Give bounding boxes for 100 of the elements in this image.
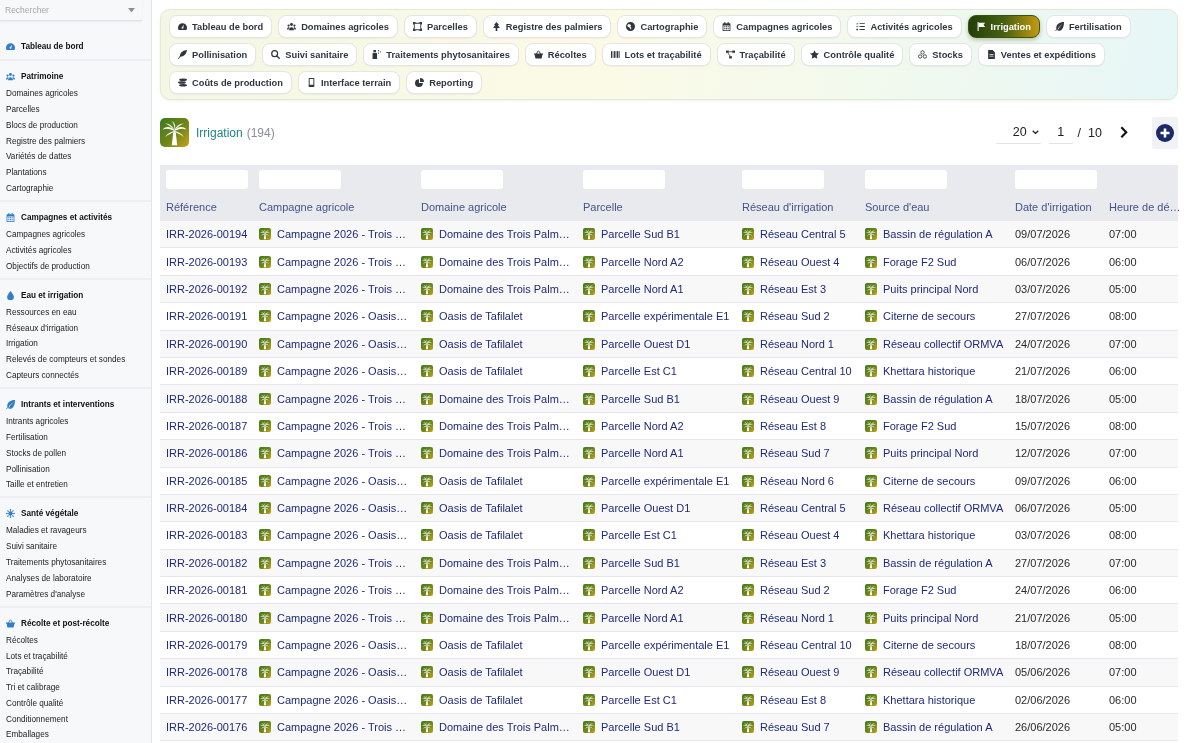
reference-link[interactable]: IRR-2026-00185 bbox=[166, 474, 248, 487]
record-link[interactable]: Domaine des Trois Palm… bbox=[439, 447, 570, 460]
sidebar-item[interactable]: Capteurs connectés bbox=[0, 368, 79, 384]
record-link[interactable]: Parcelle Nord A2 bbox=[601, 255, 684, 268]
module-button[interactable]: Registre des palmiers bbox=[482, 15, 612, 38]
sidebar-item[interactable]: Maladies et ravageurs bbox=[0, 523, 87, 540]
record-link[interactable]: Réseau collectif ORMVA bbox=[883, 666, 1004, 679]
module-button[interactable]: Activités agricoles bbox=[847, 15, 962, 38]
record-link[interactable]: Oasis de Tafilalet bbox=[439, 639, 523, 652]
record-link[interactable]: Parcelle Ouest D1 bbox=[601, 502, 691, 515]
sidebar-item[interactable]: Domaines agricoles bbox=[0, 86, 78, 103]
add-button[interactable] bbox=[1152, 116, 1178, 149]
module-button[interactable]: Parcelles bbox=[403, 15, 477, 38]
module-button[interactable]: Reporting bbox=[406, 71, 483, 94]
reference-link[interactable]: IRR-2026-00181 bbox=[166, 584, 248, 597]
record-link[interactable]: Campagne 2026 - Oasis… bbox=[277, 529, 408, 542]
record-link[interactable]: Campagne 2026 - Trois … bbox=[277, 255, 406, 268]
sidebar-item[interactable]: Intrants agricoles bbox=[0, 414, 69, 430]
record-link[interactable]: Réseau Nord 1 bbox=[760, 337, 834, 350]
record-link[interactable]: Réseau Ouest 9 bbox=[760, 392, 840, 405]
record-link[interactable]: Parcelle Est C1 bbox=[601, 529, 677, 542]
record-link[interactable]: Campagne 2026 - Oasis… bbox=[277, 693, 408, 706]
record-link[interactable]: Bassin de régulation A bbox=[883, 721, 993, 734]
record-link[interactable]: Parcelle Sud B1 bbox=[601, 721, 680, 734]
sidebar-section-title[interactable]: Campagnes et activités bbox=[0, 209, 112, 227]
sidebar-item[interactable]: Analyses de laboratoire bbox=[0, 570, 92, 587]
table-row[interactable]: IRR-2026-00186 Campagne 2026 - Trois … Domaine des Trois Palm… Parcelle Nord A1 Réseau Sud 7 Puits principal Nord 12/07/2026 07:00 bbox=[160, 440, 1178, 468]
module-button[interactable]: Suivi sanitaire bbox=[262, 43, 358, 66]
reference-link[interactable]: IRR-2026-00180 bbox=[166, 611, 248, 624]
record-link[interactable]: Parcelle Ouest D1 bbox=[601, 666, 691, 679]
record-link[interactable]: Parcelle expérimentale E1 bbox=[601, 310, 730, 323]
record-link[interactable]: Campagne 2026 - Trois … bbox=[277, 721, 406, 734]
record-link[interactable]: Bassin de régulation A bbox=[883, 556, 993, 569]
column-header[interactable]: Parcelle bbox=[583, 201, 623, 213]
next-page-button[interactable] bbox=[1120, 126, 1128, 139]
record-link[interactable]: Campagne 2026 - Oasis… bbox=[277, 474, 408, 487]
sidebar-item[interactable]: Ressources en eau bbox=[0, 304, 77, 321]
record-link[interactable]: Campagne 2026 - Oasis… bbox=[277, 365, 408, 378]
record-link[interactable]: Campagne 2026 - Trois … bbox=[277, 611, 406, 624]
reference-link[interactable]: IRR-2026-00194 bbox=[166, 228, 248, 241]
record-link[interactable]: Réseau Nord 6 bbox=[760, 474, 834, 487]
table-row[interactable]: IRR-2026-00194 Campagne 2026 - Trois … Domaine des Trois Palm… Parcelle Sud B1 Réseau Central 5 Bassin de régulation A 09/07/2026 07:00 bbox=[160, 221, 1178, 249]
sidebar-item[interactable]: Cartographie bbox=[0, 181, 54, 197]
module-button[interactable]: Traitements phytosanitaires bbox=[363, 43, 519, 66]
caret-down-icon[interactable] bbox=[128, 8, 135, 13]
record-link[interactable]: Campagne 2026 - Trois … bbox=[277, 228, 406, 241]
record-link[interactable]: Parcelle Ouest D1 bbox=[601, 337, 691, 350]
record-link[interactable]: Parcelle Nord A2 bbox=[601, 584, 684, 597]
record-link[interactable]: Campagne 2026 - Trois … bbox=[277, 447, 406, 460]
record-link[interactable]: Citerne de secours bbox=[883, 474, 976, 487]
record-link[interactable]: Campagne 2026 - Oasis… bbox=[277, 666, 408, 679]
record-link[interactable]: Domaine des Trois Palm… bbox=[439, 721, 570, 734]
page-size-select[interactable]: 20 bbox=[995, 121, 1041, 144]
sidebar-item[interactable]: Parcelles bbox=[0, 102, 40, 118]
record-link[interactable]: Domaine des Trois Palm… bbox=[439, 282, 570, 295]
column-header[interactable]: Domaine agricole bbox=[421, 201, 507, 213]
sidebar-item[interactable]: Traçabilité bbox=[0, 664, 44, 681]
record-link[interactable]: Campagne 2026 - Trois … bbox=[277, 392, 406, 405]
record-link[interactable]: Oasis de Tafilalet bbox=[439, 310, 523, 323]
record-link[interactable]: Parcelle Est C1 bbox=[601, 693, 677, 706]
record-link[interactable]: Réseau Est 8 bbox=[760, 419, 827, 432]
module-button[interactable]: Récoltes bbox=[524, 43, 596, 66]
record-link[interactable]: Réseau collectif ORMVA bbox=[883, 337, 1004, 350]
record-link[interactable]: Parcelle Nord A2 bbox=[601, 419, 684, 432]
record-link[interactable]: Khettara historique bbox=[883, 365, 976, 378]
sidebar-item[interactable]: Relevés de compteurs et sondes bbox=[0, 352, 126, 369]
record-link[interactable]: Parcelle expérimentale E1 bbox=[601, 639, 730, 652]
reference-link[interactable]: IRR-2026-00189 bbox=[166, 365, 248, 378]
module-button[interactable]: Coûts de production bbox=[169, 71, 292, 94]
module-button[interactable]: Tableau de bord bbox=[169, 15, 273, 38]
sidebar-item[interactable]: Irrigation bbox=[0, 336, 38, 353]
sidebar-section-title[interactable]: Tableau de bord bbox=[0, 38, 84, 55]
record-link[interactable]: Oasis de Tafilalet bbox=[439, 337, 523, 350]
record-link[interactable]: Réseau Sud 7 bbox=[760, 447, 830, 460]
record-link[interactable]: Réseau Central 5 bbox=[760, 228, 846, 241]
record-link[interactable]: Oasis de Tafilalet bbox=[439, 502, 523, 515]
search-field[interactable]: Rechercher bbox=[0, 0, 142, 21]
sidebar-item[interactable]: Lots et traçabilité bbox=[0, 648, 68, 665]
record-link[interactable]: Oasis de Tafilalet bbox=[439, 666, 523, 679]
sidebar-item[interactable]: Campagnes agricoles bbox=[0, 227, 86, 243]
module-button[interactable]: Domaines agricoles bbox=[278, 15, 398, 38]
record-link[interactable]: Forage F2 Sud bbox=[883, 584, 957, 597]
record-link[interactable]: Bassin de régulation A bbox=[883, 228, 993, 241]
module-button[interactable]: Contrôle qualité bbox=[800, 43, 904, 66]
record-link[interactable]: Réseau Central 10 bbox=[760, 365, 852, 378]
table-row[interactable]: IRR-2026-00188 Campagne 2026 - Trois … Domaine des Trois Palm… Parcelle Sud B1 Réseau Ouest 9 Bassin de régulation A 18/07/2026 05:00 bbox=[160, 385, 1178, 413]
record-link[interactable]: Réseau Sud 2 bbox=[760, 584, 830, 597]
column-header[interactable]: Campagne agricole bbox=[259, 201, 355, 213]
record-link[interactable]: Citerne de secours bbox=[883, 310, 976, 323]
record-link[interactable]: Campagne 2026 - Trois … bbox=[277, 584, 406, 597]
record-link[interactable]: Domaine des Trois Palm… bbox=[439, 419, 570, 432]
sidebar-section-title[interactable]: Patrimoine bbox=[0, 68, 64, 86]
reference-link[interactable]: IRR-2026-00190 bbox=[166, 337, 248, 350]
record-link[interactable]: Oasis de Tafilalet bbox=[439, 474, 523, 487]
reference-link[interactable]: IRR-2026-00182 bbox=[166, 556, 248, 569]
record-link[interactable]: Réseau Est 3 bbox=[760, 556, 827, 569]
record-link[interactable]: Campagne 2026 - Trois … bbox=[277, 419, 406, 432]
reference-link[interactable]: IRR-2026-00188 bbox=[166, 392, 248, 405]
sidebar-item[interactable]: Suivi sanitaire bbox=[0, 539, 57, 555]
record-link[interactable]: Domaine des Trois Palm… bbox=[439, 556, 570, 569]
